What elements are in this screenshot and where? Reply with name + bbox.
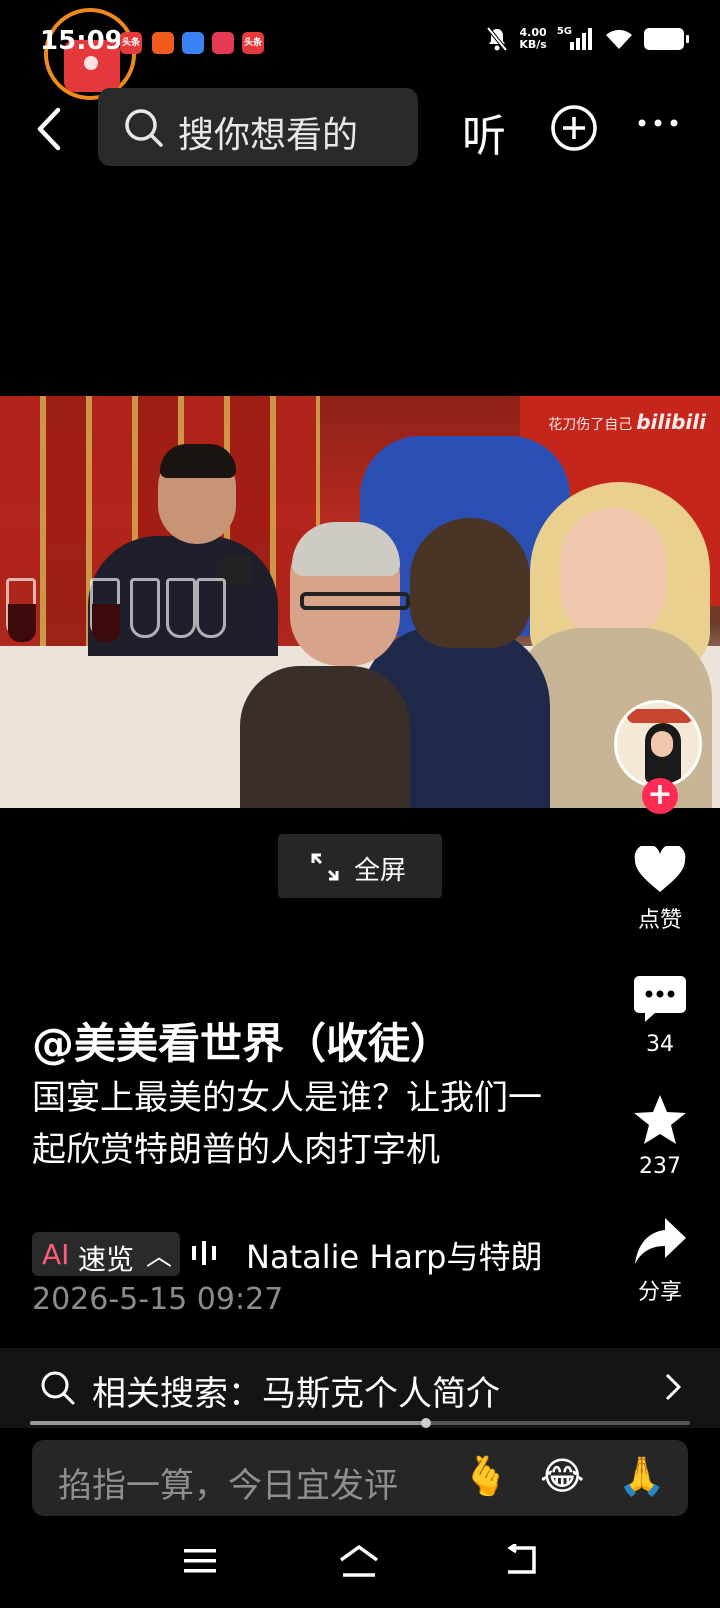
finger-heart-emoji-button[interactable]: 🫰: [462, 1454, 509, 1499]
status-time: 15:09: [40, 26, 123, 56]
ai-brief-button[interactable]: AI 速览 ︿: [32, 1232, 180, 1276]
comment-count: 34: [646, 1032, 674, 1057]
chevron-right-icon: [665, 1373, 682, 1401]
like-button[interactable]: 点赞: [620, 844, 700, 934]
status-icons: 4.00 KB/s 5G: [485, 25, 689, 52]
add-icon[interactable]: [550, 104, 598, 152]
mute-icon: [486, 26, 508, 52]
favorite-count: 237: [639, 1154, 681, 1179]
post-caption: 国宴上最美的女人是谁？让我们一起欣赏特朗普的人肉打字机: [32, 1078, 542, 1170]
signal-icon: [570, 28, 592, 50]
share-icon: [635, 1218, 686, 1264]
ai-badge: AI: [42, 1238, 70, 1271]
audio-wave-icon: [192, 1241, 216, 1265]
menu-icon[interactable]: [184, 1548, 216, 1574]
related-search-text: 相关搜索：马斯克个人简介: [92, 1374, 500, 1414]
favorite-button[interactable]: 237: [620, 1094, 700, 1179]
net-speed: 4.00 KB/s: [519, 26, 547, 51]
ai-summary-text[interactable]: Natalie Harp与特朗: [246, 1232, 556, 1278]
search-icon: [41, 1371, 75, 1405]
star-icon: [634, 1095, 686, 1144]
video-player[interactable]: 花刀伤了自己 bilibili: [0, 396, 720, 808]
signal-type-label: 5G: [556, 25, 572, 37]
listen-button[interactable]: 听: [462, 100, 506, 164]
comment-input[interactable]: 掐指一算，今日宜发评 🫰 😂 🙏: [32, 1440, 688, 1516]
wifi-icon: [606, 29, 632, 49]
share-button[interactable]: 分享: [620, 1216, 700, 1306]
video-watermark: 花刀伤了自己 bilibili: [548, 410, 706, 434]
follow-button[interactable]: +: [642, 778, 678, 814]
heart-icon: [634, 844, 686, 892]
video-progress-handle[interactable]: [421, 1418, 431, 1428]
back-icon[interactable]: [30, 104, 70, 154]
notification-app-icon: 头条: [242, 32, 264, 54]
pray-emoji-button[interactable]: 🙏: [618, 1454, 665, 1499]
search-placeholder: 搜你想看的: [178, 115, 359, 156]
comment-icon: [634, 976, 686, 1022]
comment-button[interactable]: 34: [620, 974, 700, 1057]
notification-app-icon: [152, 32, 174, 54]
comment-placeholder: 掐指一算，今日宜发评: [58, 1466, 398, 1506]
fullscreen-label: 全屏: [354, 856, 407, 886]
video-progress-fill: [30, 1421, 426, 1425]
notification-app-icon: 头条: [120, 32, 142, 54]
notification-app-icon: [212, 32, 234, 54]
expand-icon: [311, 853, 339, 881]
notification-app-icon: [182, 32, 204, 54]
post-date: 2026-5-15 09:27: [32, 1282, 284, 1317]
search-input[interactable]: 搜你想看的: [98, 88, 418, 166]
share-label: 分享: [637, 1280, 682, 1305]
laughing-emoji-button[interactable]: 😂: [540, 1454, 584, 1498]
like-label: 点赞: [637, 908, 682, 933]
related-search-bar[interactable]: 相关搜索：马斯克个人简介: [0, 1348, 720, 1428]
author-name[interactable]: @美美看世界（收徒）: [32, 1010, 452, 1071]
fullscreen-button[interactable]: 全屏: [278, 834, 442, 898]
search-icon: [125, 109, 163, 147]
back-nav-icon[interactable]: [502, 1544, 538, 1576]
more-icon[interactable]: [636, 116, 680, 130]
battery-icon: [644, 28, 689, 50]
chevron-up-icon: ︿: [146, 1242, 173, 1272]
home-icon[interactable]: [338, 1544, 380, 1578]
author-avatar[interactable]: [614, 700, 702, 788]
ai-brief-label: 速览: [78, 1243, 135, 1276]
